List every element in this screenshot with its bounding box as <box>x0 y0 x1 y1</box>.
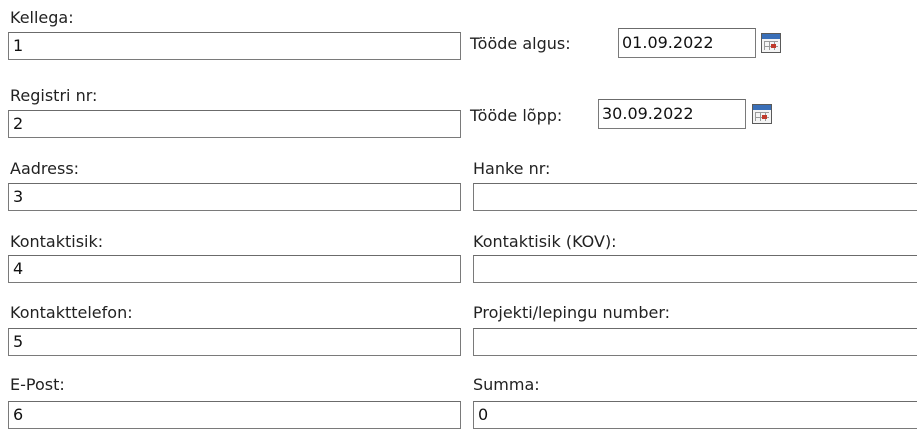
calendar-mark <box>771 44 776 48</box>
kontaktisik-input[interactable]: 4 <box>8 255 461 283</box>
summa-input[interactable]: 0 <box>473 401 917 429</box>
calendar-mark <box>762 115 767 119</box>
kellega-input[interactable]: 1 <box>8 32 461 60</box>
aadress-label: Aadress: <box>10 159 80 178</box>
registri-nr-input[interactable]: 2 <box>8 110 461 138</box>
calendar-header <box>753 105 771 110</box>
e-post-input[interactable]: 6 <box>8 401 461 429</box>
kontaktisik-kov-label: Kontaktisik (KOV): <box>473 232 617 251</box>
calendar-icon[interactable] <box>752 104 772 124</box>
projekti-lepingu-number-input[interactable] <box>473 328 917 356</box>
kontakttelefon-input[interactable]: 5 <box>8 328 461 356</box>
hanke-nr-input[interactable] <box>473 183 917 211</box>
toode-lopp-label: Tööde lõpp: <box>470 106 563 125</box>
toode-algus-input[interactable]: 01.09.2022 <box>618 28 756 58</box>
calendar-icon[interactable] <box>761 33 781 53</box>
summa-label: Summa: <box>473 375 540 394</box>
toode-algus-label: Tööde algus: <box>470 34 571 53</box>
aadress-input[interactable]: 3 <box>8 183 461 211</box>
registri-nr-label: Registri nr: <box>10 86 98 105</box>
hanke-nr-label: Hanke nr: <box>473 159 551 178</box>
calendar-header <box>762 34 780 39</box>
toode-lopp-input[interactable]: 30.09.2022 <box>598 99 746 129</box>
kontaktisik-label: Kontaktisik: <box>10 232 104 251</box>
kellega-label: Kellega: <box>10 8 74 27</box>
e-post-label: E-Post: <box>10 375 65 394</box>
projekti-lepingu-number-label: Projekti/lepingu number: <box>473 303 671 322</box>
kontaktisik-kov-input[interactable] <box>473 255 917 283</box>
kontakttelefon-label: Kontakttelefon: <box>10 303 133 322</box>
